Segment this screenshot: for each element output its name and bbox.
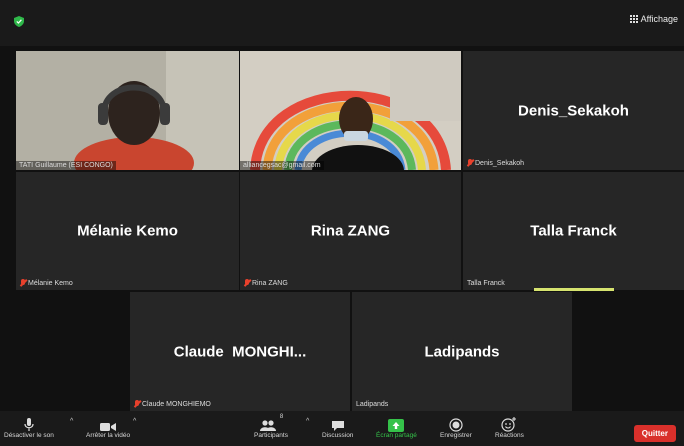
mute-label: Désactiver le son xyxy=(4,432,54,439)
quit-button[interactable]: Quitter xyxy=(633,425,676,442)
microphone-icon xyxy=(24,414,34,432)
camera-icon xyxy=(100,414,117,432)
view-button[interactable]: Affichage xyxy=(629,14,678,24)
muted-mic-icon xyxy=(134,400,140,408)
record-button[interactable]: Enregistrer xyxy=(440,414,472,439)
participants-button[interactable]: 8 Participants xyxy=(254,414,288,439)
grid-view-icon xyxy=(629,15,638,23)
mute-button[interactable]: Désactiver le son xyxy=(4,414,54,439)
participant-tile-alliance[interactable]: alliancegsac@gmail.com xyxy=(240,51,461,170)
participant-display-name: Mélanie Kemo xyxy=(77,222,178,240)
stop-video-button[interactable]: Arrêter la vidéo xyxy=(86,414,130,439)
meeting-toolbar: Désactiver le son ^ Arrêter la vidéo ^ 8… xyxy=(0,411,684,446)
chat-button[interactable]: Discussion xyxy=(322,414,353,439)
share-screen-icon xyxy=(388,414,405,432)
participant-tile-melanie[interactable]: Mélanie Kemo Mélanie Kemo xyxy=(16,172,239,290)
share-screen-button[interactable]: Écran partagé xyxy=(376,414,417,439)
participant-tile-rina[interactable]: Rina ZANG Rina ZANG xyxy=(240,172,461,290)
participant-display-name: Claude MONGHI... xyxy=(173,343,307,360)
view-label: Affichage xyxy=(640,14,678,24)
participant-name-label: Ladipands xyxy=(356,401,389,408)
participant-name-label: Talla Franck xyxy=(467,280,505,287)
reactions-icon xyxy=(501,414,517,432)
chat-label: Discussion xyxy=(322,432,354,439)
participant-tile-talla[interactable]: Talla Franck Talla Franck xyxy=(463,172,684,290)
muted-mic-icon xyxy=(20,279,26,287)
participants-options-chevron-icon[interactable]: ^ xyxy=(306,418,309,425)
participant-name-label: alliancegsac@gmail.com xyxy=(240,161,324,170)
participant-video xyxy=(240,51,461,170)
participant-video xyxy=(16,51,239,170)
video-options-chevron-icon[interactable]: ^ xyxy=(133,418,136,425)
participant-name-label: Rina ZANG xyxy=(244,279,288,287)
participant-display-name: Denis_Sekakoh xyxy=(518,102,629,119)
participant-display-name: Rina ZANG xyxy=(310,222,391,240)
participant-name-label: Denis_Sekakoh xyxy=(467,159,524,167)
share-screen-label: Écran partagé xyxy=(376,432,417,439)
record-icon xyxy=(449,414,463,432)
muted-mic-icon xyxy=(467,159,473,167)
reactions-label: Réactions xyxy=(495,432,524,439)
participant-display-name: Ladipands xyxy=(424,343,500,360)
participants-icon: 8 xyxy=(259,414,283,432)
active-speaker-indicator xyxy=(534,288,614,291)
participant-name-label: Mélanie Kemo xyxy=(20,279,73,287)
participant-display-name: Talla Franck xyxy=(530,222,617,240)
top-bar: Affichage xyxy=(0,0,684,46)
audio-options-chevron-icon[interactable]: ^ xyxy=(70,418,73,425)
participant-tile-claude[interactable]: Claude MONGHI... Claude MONGHIEMO xyxy=(130,292,350,411)
record-label: Enregistrer xyxy=(440,432,472,439)
reactions-button[interactable]: Réactions xyxy=(495,414,524,439)
muted-mic-icon xyxy=(244,279,250,287)
stop-video-label: Arrêter la vidéo xyxy=(86,432,131,439)
participants-label: Participants xyxy=(254,432,288,439)
participant-tile-ladipands[interactable]: Ladipands Ladipands xyxy=(352,292,572,411)
video-gallery: TATI Guillaume (ESI CONGO) alliancegsac@… xyxy=(0,46,684,411)
participants-count: 8 xyxy=(279,414,284,420)
participant-tile-denis[interactable]: Denis_Sekakoh Denis_Sekakoh xyxy=(463,51,684,170)
participant-name-label: Claude MONGHIEMO xyxy=(134,400,211,408)
chat-icon xyxy=(331,414,345,432)
participant-name-label: TATI Guillaume (ESI CONGO) xyxy=(16,161,116,170)
participant-tile-tati[interactable]: TATI Guillaume (ESI CONGO) xyxy=(16,51,239,170)
shield-icon[interactable] xyxy=(14,16,24,27)
